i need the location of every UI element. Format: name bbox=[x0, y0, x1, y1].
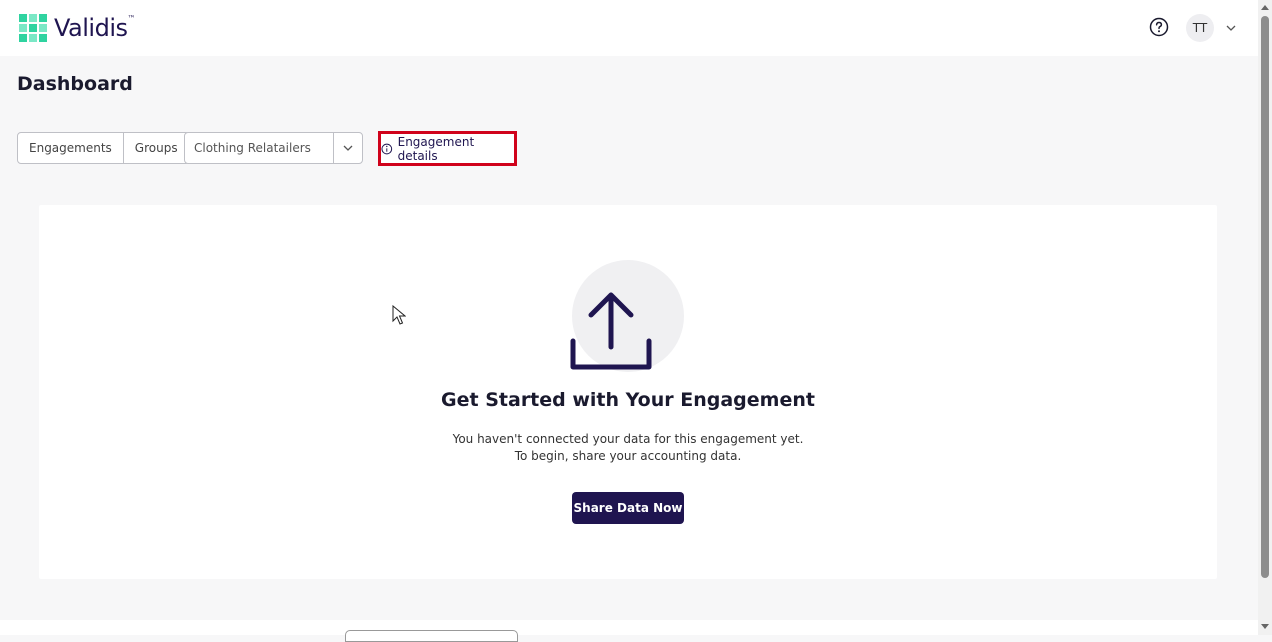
engagement-details-button[interactable]: Engagement details bbox=[378, 131, 517, 166]
page-scrollbar[interactable] bbox=[1258, 0, 1272, 635]
bottom-panel-tab[interactable] bbox=[345, 630, 518, 642]
scroll-down-arrow-icon[interactable] bbox=[1261, 622, 1269, 630]
empty-state-message-2: To begin, share your accounting data. bbox=[514, 449, 742, 463]
page-title: Dashboard bbox=[17, 73, 133, 95]
tab-groups[interactable]: Groups bbox=[122, 133, 189, 163]
validis-logo-icon bbox=[19, 14, 47, 42]
scroll-thumb[interactable] bbox=[1261, 16, 1269, 578]
upload-icon bbox=[570, 292, 652, 370]
empty-state-title: Get Started with Your Engagement bbox=[441, 389, 815, 411]
cursor-icon bbox=[392, 305, 406, 325]
engagement-select-value: Clothing Relatailers bbox=[194, 141, 311, 155]
tab-engagements[interactable]: Engagements bbox=[18, 133, 123, 163]
empty-state-card: Get Started with Your Engagement You hav… bbox=[39, 205, 1217, 579]
select-toggle[interactable] bbox=[333, 133, 362, 163]
info-icon bbox=[381, 143, 393, 154]
user-avatar[interactable]: TT bbox=[1186, 14, 1214, 42]
chevron-down-icon[interactable] bbox=[1225, 22, 1237, 34]
brand-logo[interactable]: Validis™ bbox=[18, 13, 135, 43]
top-bar: Validis™ TT bbox=[0, 0, 1258, 56]
chevron-down-icon bbox=[343, 145, 353, 151]
empty-state-message-1: You haven't connected your data for this… bbox=[452, 432, 804, 446]
engagement-details-label: Engagement details bbox=[397, 134, 475, 163]
view-toggle: Engagements Groups bbox=[17, 132, 190, 164]
scroll-up-arrow-icon[interactable] bbox=[1261, 4, 1269, 12]
engagement-select[interactable]: Clothing Relatailers bbox=[184, 132, 363, 164]
bottom-area bbox=[0, 620, 1258, 635]
share-data-now-button[interactable]: Share Data Now bbox=[572, 492, 684, 524]
brand-name: Validis™ bbox=[54, 14, 136, 42]
help-icon[interactable] bbox=[1149, 17, 1169, 37]
